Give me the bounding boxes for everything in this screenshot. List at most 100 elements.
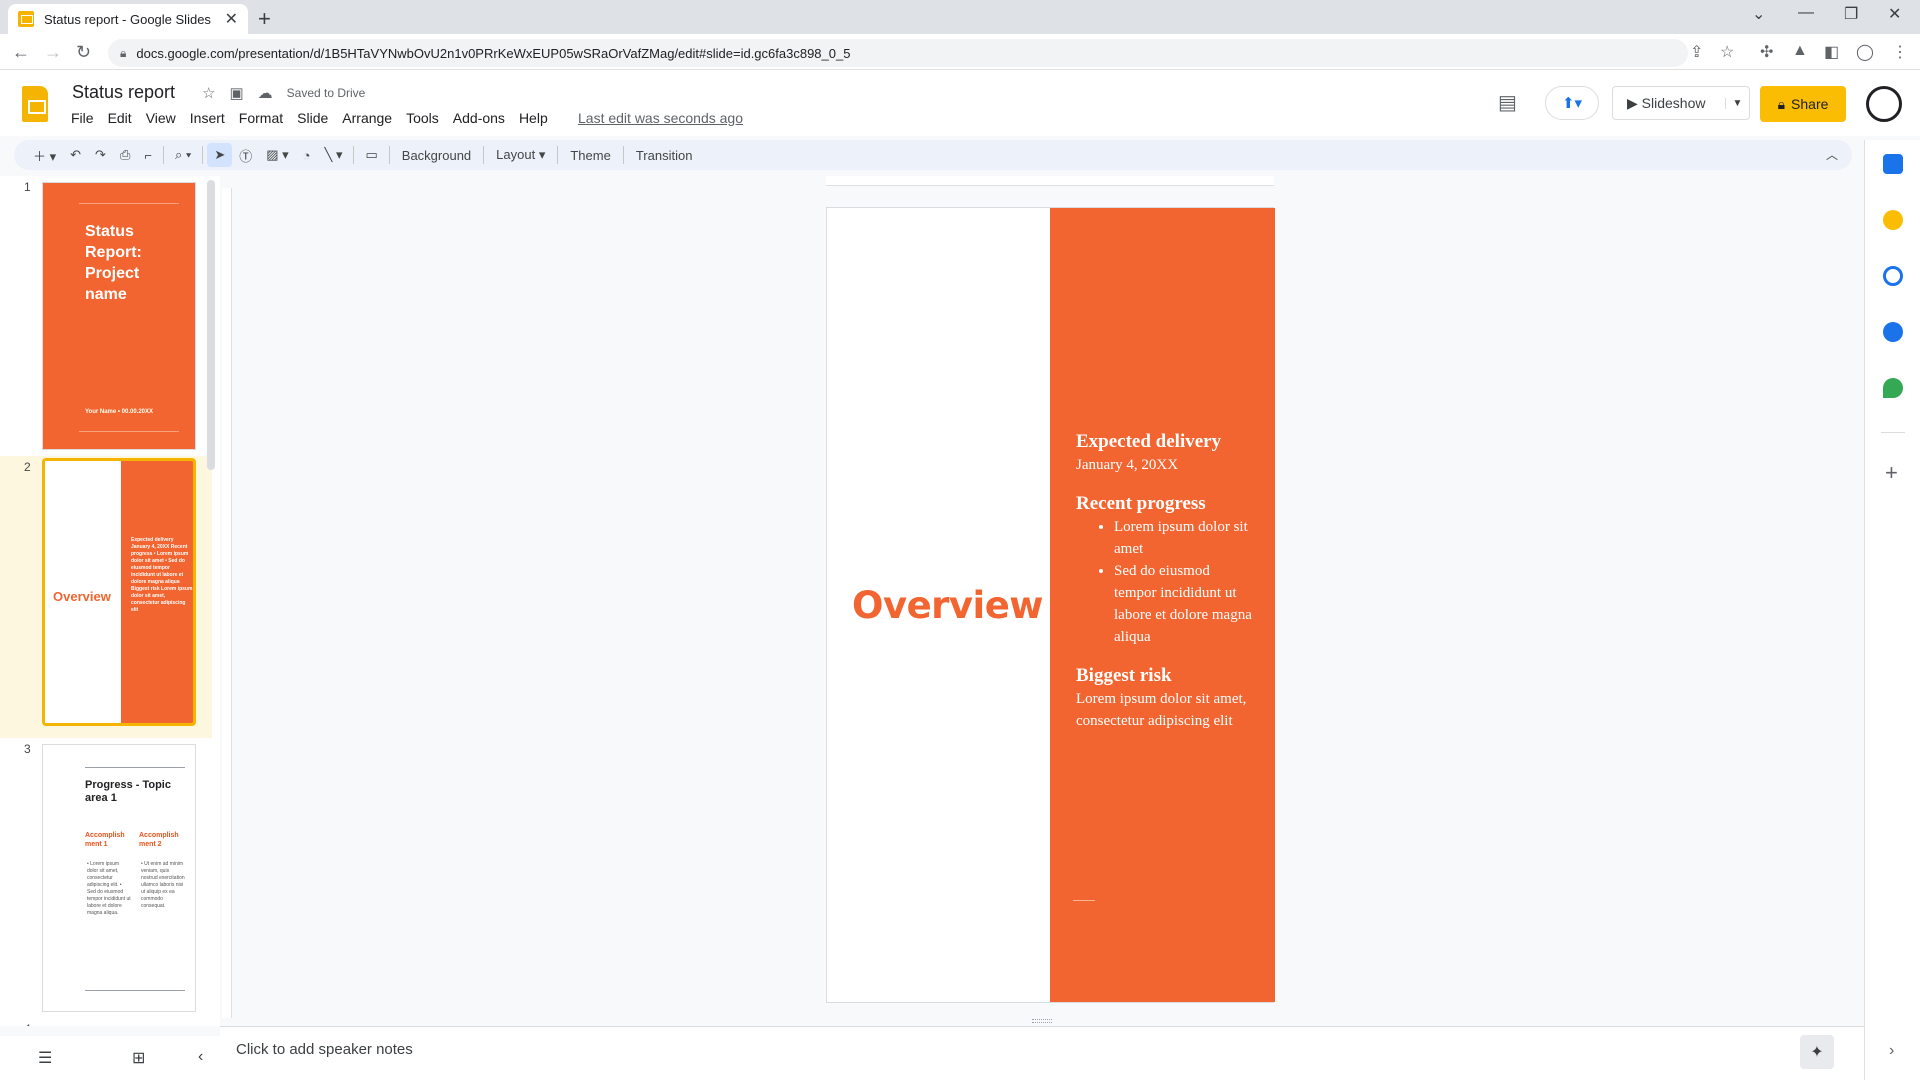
- calendar-icon[interactable]: [1883, 154, 1903, 174]
- document-title[interactable]: Status report: [72, 82, 175, 103]
- menu-edit[interactable]: Edit: [101, 110, 139, 126]
- menu-file[interactable]: File: [64, 110, 101, 126]
- explore-icon[interactable]: ✦: [1800, 1035, 1834, 1069]
- forward-icon[interactable]: →: [44, 42, 62, 63]
- print-icon[interactable]: ⎙: [113, 147, 137, 163]
- undo-icon[interactable]: ↶: [63, 147, 88, 163]
- thumb-col2-body: • Ut enim ad minim veniam, quis nostrud …: [141, 861, 185, 909]
- get-addons-icon[interactable]: +: [1885, 460, 1898, 486]
- insert-image-icon[interactable]: ▨ ▾: [259, 147, 295, 163]
- line-icon[interactable]: ╲ ▾: [318, 147, 350, 163]
- slideshow-button[interactable]: ▶︎ Slideshow ▼: [1612, 86, 1750, 120]
- menu-slide[interactable]: Slide: [290, 110, 335, 126]
- browser-menu-icon[interactable]: ⋮: [1892, 42, 1908, 62]
- overview-heading[interactable]: Overview: [852, 584, 1044, 627]
- menu-help[interactable]: Help: [512, 110, 555, 126]
- saved-status: Saved to Drive: [286, 86, 366, 100]
- status-text-box[interactable]: Expected delivery January 4, 20XX Recent…: [1076, 430, 1256, 732]
- menu-view[interactable]: View: [139, 110, 183, 126]
- new-slide-icon[interactable]: ＋ ▾: [26, 146, 63, 165]
- slideshow-label[interactable]: ▶︎ Slideshow: [1613, 95, 1725, 112]
- speaker-notes-placeholder[interactable]: Click to add speaker notes: [236, 1041, 413, 1058]
- slide-thumbnail-2[interactable]: Overview Expected delivery January 4, 20…: [42, 458, 196, 726]
- speaker-notes[interactable]: Click to add speaker notes ✦: [220, 1026, 1864, 1080]
- notes-resize-handle[interactable]: [1032, 1019, 1052, 1023]
- slides-logo-icon[interactable]: [22, 86, 48, 122]
- keep-icon[interactable]: [1883, 210, 1903, 230]
- slide-number: 1: [24, 180, 31, 194]
- contacts-icon[interactable]: [1883, 322, 1903, 342]
- slides-header: Status report ☆ ▣ ☁ Saved to Drive File …: [0, 70, 1920, 136]
- account-avatar[interactable]: [1866, 86, 1902, 122]
- extension-pin-icon[interactable]: ▲: [1792, 42, 1808, 60]
- slideshow-dropdown-icon[interactable]: ▼: [1725, 97, 1749, 109]
- filmstrip-item[interactable]: 4: [0, 1020, 212, 1026]
- profile-icon[interactable]: ◯: [1856, 42, 1874, 62]
- paint-format-icon[interactable]: ⌐: [137, 148, 159, 163]
- share-button[interactable]: 🔒︎ Share: [1760, 86, 1846, 122]
- last-edit-link[interactable]: Last edit was seconds ago: [578, 110, 743, 126]
- menu-tools[interactable]: Tools: [399, 110, 446, 126]
- reload-icon[interactable]: ↻: [76, 42, 91, 63]
- maps-icon[interactable]: [1883, 378, 1903, 398]
- side-panel-icon[interactable]: ◧: [1824, 42, 1839, 62]
- thumb-body-text: Expected delivery January 4, 20XX Recent…: [131, 537, 193, 613]
- grid-view-icon[interactable]: ⊞: [132, 1048, 145, 1068]
- biggest-risk-text: Lorem ipsum dolor sit amet, consectetur …: [1076, 691, 1247, 729]
- tab-search-icon[interactable]: ⌄: [1752, 4, 1765, 24]
- close-window-icon[interactable]: ✕: [1888, 4, 1901, 24]
- filmstrip-view-icon[interactable]: ☰: [38, 1048, 52, 1068]
- back-icon[interactable]: ←: [12, 42, 30, 63]
- bookmark-star-icon[interactable]: ☆: [1720, 42, 1734, 62]
- extensions-icon[interactable]: ✣: [1760, 42, 1773, 62]
- new-tab-icon[interactable]: +: [258, 6, 271, 32]
- thumb-col1-heading: Accomplish ment 1: [85, 832, 125, 848]
- browser-tab[interactable]: Status report - Google Slides ✕: [8, 4, 248, 34]
- shape-icon[interactable]: ◔: [296, 148, 318, 163]
- lock-icon[interactable]: 🔒︎: [120, 46, 126, 61]
- filmstrip-scrollbar[interactable]: [207, 180, 215, 470]
- expand-side-panel-icon[interactable]: ›: [1889, 1042, 1894, 1060]
- theme-button[interactable]: Theme: [562, 148, 618, 163]
- filmstrip-item[interactable]: 3 Progress - Topic area 1 Accomplish men…: [0, 738, 212, 1020]
- toolbar-divider: [162, 146, 164, 164]
- expected-delivery-heading: Expected delivery: [1076, 431, 1222, 452]
- collapse-filmstrip-icon[interactable]: ‹: [198, 1048, 203, 1066]
- move-folder-icon[interactable]: ▣: [229, 84, 243, 102]
- restore-icon[interactable]: ❐: [1844, 4, 1858, 24]
- horizontal-ruler: [826, 176, 1274, 186]
- add-comment-icon[interactable]: ▭: [358, 147, 384, 163]
- expected-delivery-date: January 4, 20XX: [1076, 457, 1179, 473]
- share-page-icon[interactable]: ⇪: [1690, 42, 1703, 62]
- slide-thumbnail-3[interactable]: Progress - Topic area 1 Accomplish ment …: [42, 744, 196, 1012]
- slide-thumbnail-1[interactable]: Status Report: Project name Your Name • …: [42, 182, 196, 450]
- cloud-saved-icon[interactable]: ☁: [258, 84, 273, 102]
- select-cursor-icon[interactable]: ➤: [207, 143, 233, 167]
- current-slide[interactable]: Overview Expected delivery January 4, 20…: [826, 207, 1275, 1003]
- present-to-meeting-button[interactable]: ⬆▾: [1545, 86, 1599, 120]
- side-panel-divider: [1881, 432, 1905, 433]
- menu-arrange[interactable]: Arrange: [335, 110, 399, 126]
- filmstrip-item[interactable]: 1 Status Report: Project name Your Name …: [0, 176, 212, 456]
- lock-icon: 🔒︎: [1777, 95, 1786, 112]
- text-box-icon[interactable]: Ⓣ: [232, 146, 259, 165]
- filmstrip-item-selected[interactable]: 2 Overview Expected delivery January 4, …: [0, 456, 212, 738]
- star-icon[interactable]: ☆: [202, 84, 215, 102]
- comments-icon[interactable]: ▤: [1498, 90, 1517, 115]
- transition-button[interactable]: Transition: [628, 148, 701, 163]
- background-button[interactable]: Background: [394, 148, 479, 163]
- menu-insert[interactable]: Insert: [183, 110, 232, 126]
- redo-icon[interactable]: ↷: [88, 147, 113, 163]
- thumb-col2-heading: Accomplish ment 2: [139, 832, 179, 848]
- zoom-icon[interactable]: ⌕ ▾: [168, 147, 198, 163]
- collapse-menus-icon[interactable]: ︿: [1826, 146, 1838, 163]
- layout-button[interactable]: Layout ▾: [488, 147, 553, 163]
- close-tab-icon[interactable]: ✕: [225, 9, 238, 29]
- editing-toolbar: ＋ ▾ ↶ ↷ ⎙ ⌐ ⌕ ▾ ➤ Ⓣ ▨ ▾ ◔ ╲ ▾ ▭ Backgrou…: [14, 140, 1852, 170]
- menu-format[interactable]: Format: [232, 110, 290, 126]
- toolbar-divider: [202, 146, 204, 164]
- url-bar[interactable]: 🔒︎ docs.google.com/presentation/d/1B5HTa…: [108, 39, 1688, 67]
- menu-add-ons[interactable]: Add-ons: [446, 110, 512, 126]
- minimize-icon[interactable]: —: [1798, 4, 1814, 22]
- tasks-icon[interactable]: [1883, 266, 1903, 286]
